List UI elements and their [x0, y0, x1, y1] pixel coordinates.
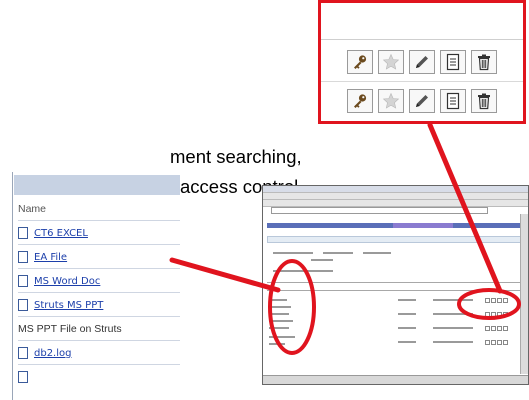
thumbnail-action-icon: [491, 326, 496, 331]
thumbnail-text: [433, 313, 473, 315]
delete-button[interactable]: [471, 50, 497, 74]
thumbnail-text: [269, 327, 289, 329]
thumbnail-action-icon: [503, 340, 508, 345]
list-item[interactable]: Struts MS PPT: [18, 292, 180, 317]
thumbnail-text: [433, 341, 473, 343]
document-icon: [18, 371, 28, 383]
favorite-button[interactable]: [378, 89, 404, 113]
list-item[interactable]: CT6 EXCEL: [18, 220, 180, 245]
thumbnail-action-icon: [485, 326, 490, 331]
star-icon: [382, 92, 400, 109]
edit-button[interactable]: [409, 50, 435, 74]
thumbnail-action-icon: [503, 298, 508, 303]
file-link[interactable]: MS Word Doc: [34, 276, 100, 287]
thumbnail-action-icon: [503, 312, 508, 317]
thumbnail-text: [273, 270, 333, 272]
thumbnail-action-icon: [497, 312, 502, 317]
file-link[interactable]: EA File: [34, 252, 67, 263]
favorite-button[interactable]: [378, 50, 404, 74]
thumbnail-action-icon: [491, 312, 496, 317]
thumbnail-action-icon: [485, 298, 490, 303]
thumbnail-text: [433, 299, 473, 301]
browser-thumbnail: [262, 185, 529, 385]
thumbnail-text: [273, 252, 313, 254]
thumbnail-action-icon: [497, 298, 502, 303]
strip-header-band: [321, 3, 523, 40]
file-link[interactable]: db2.log: [34, 348, 71, 359]
thumbnail-divider: [267, 290, 524, 291]
key-icon: [354, 55, 367, 69]
thumbnail-text: [269, 320, 293, 322]
thumbnail-text: [323, 252, 353, 254]
file-description: MS PPT File on Struts: [18, 323, 122, 335]
thumbnail-divider: [267, 282, 524, 283]
view-document-button[interactable]: [440, 89, 466, 113]
action-icons-callout: [318, 0, 526, 124]
caption-line-1: ment searching,: [170, 146, 302, 167]
table-header-band: [14, 175, 180, 195]
thumbnail-action-icon: [503, 326, 508, 331]
thumbnail-text: [269, 336, 295, 338]
thumbnail-text: [363, 252, 391, 254]
pencil-icon: [416, 56, 428, 68]
document-icon: [446, 92, 460, 110]
view-document-button[interactable]: [440, 50, 466, 74]
star-icon: [382, 53, 400, 70]
thumbnail-address-bar: [271, 207, 488, 214]
name-column-header: Name: [18, 203, 47, 215]
thumbnail-titlebar: [263, 186, 528, 193]
thumbnail-text: [398, 341, 416, 343]
thumbnail-statusbar: [263, 375, 528, 384]
file-link[interactable]: Struts MS PPT: [34, 300, 103, 311]
thumbnail-action-icon: [491, 298, 496, 303]
thumbnail-text: [398, 327, 416, 329]
list-item[interactable]: MS Word Doc: [18, 268, 180, 293]
key-button[interactable]: [347, 89, 373, 113]
thumbnail-text: [269, 299, 287, 301]
thumbnail-tab-band: [267, 236, 524, 243]
thumbnail-action-icon: [497, 326, 502, 331]
pencil-icon: [416, 95, 428, 107]
thumbnail-text: [269, 306, 291, 308]
thumbnail-toolbar: [263, 200, 528, 207]
document-icon: [18, 347, 28, 359]
document-icon: [446, 53, 460, 71]
thumbnail-text: [311, 259, 333, 261]
thumbnail-scrollbar: [520, 214, 528, 374]
edit-button[interactable]: [409, 89, 435, 113]
document-icon: [18, 227, 28, 239]
document-icon: [18, 299, 28, 311]
trash-icon: [478, 93, 490, 110]
thumbnail-text: [398, 313, 416, 315]
action-row: [321, 82, 523, 120]
thumbnail-menubar: [263, 193, 528, 200]
list-item-description: MS PPT File on Struts: [18, 316, 180, 341]
list-item[interactable]: [18, 364, 180, 389]
action-row: [321, 43, 523, 82]
key-icon: [354, 94, 367, 108]
name-column-callout: Name CT6 EXCEL EA File MS Word Doc Strut…: [8, 172, 180, 400]
thumbnail-action-icon: [491, 340, 496, 345]
thumbnail-text: [269, 313, 289, 315]
thumbnail-action-icon: [485, 312, 490, 317]
thumbnail-text: [398, 299, 416, 301]
thumbnail-text: [433, 327, 473, 329]
thumbnail-nav-accent: [393, 223, 453, 228]
delete-button[interactable]: [471, 89, 497, 113]
list-item[interactable]: EA File: [18, 244, 180, 269]
thumbnail-text: [269, 343, 285, 345]
trash-icon: [478, 54, 490, 71]
thumbnail-action-icon: [497, 340, 502, 345]
document-icon: [18, 275, 28, 287]
key-button[interactable]: [347, 50, 373, 74]
document-icon: [18, 251, 28, 263]
thumbnail-action-icon: [485, 340, 490, 345]
list-item[interactable]: db2.log: [18, 340, 180, 365]
column-divider: [12, 172, 13, 400]
file-link[interactable]: CT6 EXCEL: [34, 228, 88, 239]
